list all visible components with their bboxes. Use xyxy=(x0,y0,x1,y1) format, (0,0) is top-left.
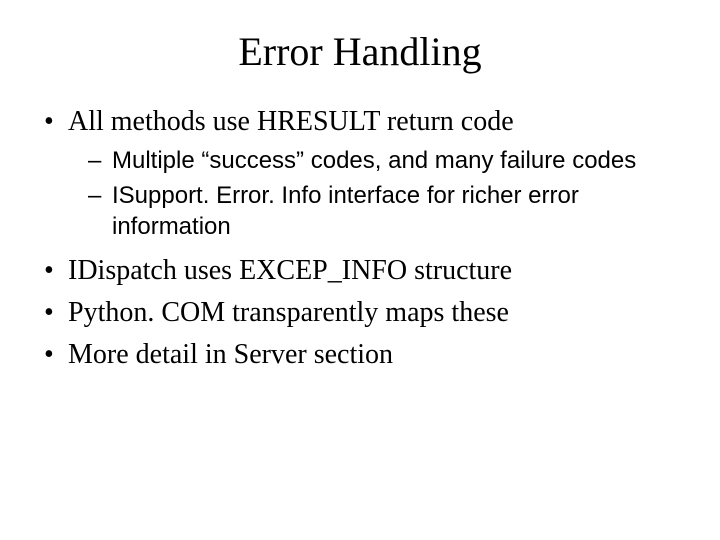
list-item: Python. COM transparently maps these xyxy=(40,294,680,332)
list-item: IDispatch uses EXCEP_INFO structure xyxy=(40,252,680,290)
list-item: All methods use HRESULT return code xyxy=(40,103,680,141)
list-item: Multiple “success” codes, and many failu… xyxy=(40,145,680,176)
list-item: More detail in Server section xyxy=(40,336,680,374)
list-item: ISupport. Error. Info interface for rich… xyxy=(40,180,680,242)
slide-title: Error Handling xyxy=(40,28,680,75)
bullet-list: All methods use HRESULT return code Mult… xyxy=(40,103,680,374)
